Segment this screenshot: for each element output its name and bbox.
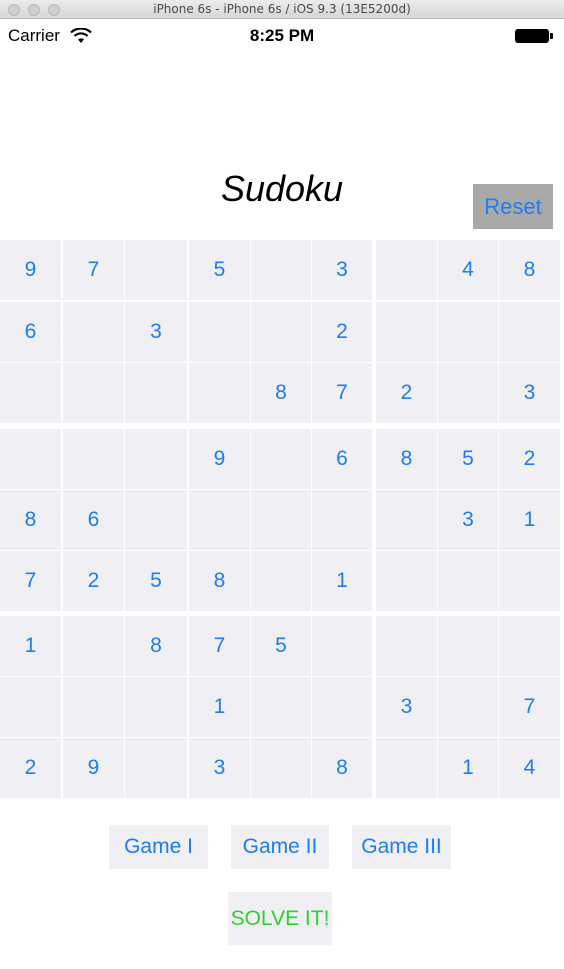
sudoku-cell-r6-c6[interactable]: 1: [312, 551, 372, 611]
sudoku-cell-r9-c8[interactable]: 1: [438, 738, 498, 798]
game-1-button[interactable]: Game I: [109, 825, 208, 869]
status-bar: Carrier 8:25 PM: [0, 20, 564, 52]
sudoku-cell-r5-c5[interactable]: [251, 490, 311, 550]
sudoku-cell-r9-c3[interactable]: [125, 738, 187, 798]
sudoku-cell-r6-c9[interactable]: [499, 551, 560, 611]
sudoku-cell-r9-c1[interactable]: 2: [0, 738, 61, 798]
sudoku-cell-r2-c9[interactable]: [499, 302, 560, 362]
sudoku-cell-r3-c2[interactable]: [63, 363, 124, 423]
reset-button[interactable]: Reset: [473, 184, 553, 229]
sudoku-cell-r2-c2[interactable]: [63, 302, 124, 362]
sudoku-cell-r1-c3[interactable]: [125, 240, 187, 300]
sudoku-cell-r5-c3[interactable]: [125, 490, 187, 550]
sudoku-cell-r4-c7[interactable]: 8: [376, 429, 437, 489]
sudoku-cell-r4-c1[interactable]: [0, 429, 61, 489]
sudoku-cell-r9-c4[interactable]: 3: [189, 738, 250, 798]
sudoku-cell-r5-c2[interactable]: 6: [63, 490, 124, 550]
sudoku-cell-r8-c7[interactable]: 3: [376, 677, 437, 737]
sudoku-cell-r1-c8[interactable]: 4: [438, 240, 498, 300]
sudoku-cell-r7-c5[interactable]: 5: [251, 616, 311, 676]
sudoku-cell-r5-c1[interactable]: 8: [0, 490, 61, 550]
sudoku-cell-r5-c4[interactable]: [189, 490, 250, 550]
sudoku-cell-r9-c2[interactable]: 9: [63, 738, 124, 798]
sudoku-cell-r8-c8[interactable]: [438, 677, 498, 737]
sudoku-cell-r4-c6[interactable]: 6: [312, 429, 372, 489]
sudoku-cell-r2-c3[interactable]: 3: [125, 302, 187, 362]
sudoku-cell-r3-c9[interactable]: 3: [499, 363, 560, 423]
sudoku-cell-r3-c6[interactable]: 7: [312, 363, 372, 423]
sudoku-cell-r1-c5[interactable]: [251, 240, 311, 300]
sudoku-cell-r9-c9[interactable]: 4: [499, 738, 560, 798]
sudoku-cell-r2-c8[interactable]: [438, 302, 498, 362]
sudoku-cell-r4-c2[interactable]: [63, 429, 124, 489]
solve-button[interactable]: SOLVE IT!: [228, 892, 332, 945]
sudoku-cell-r3-c8[interactable]: [438, 363, 498, 423]
sudoku-cell-r1-c4[interactable]: 5: [189, 240, 250, 300]
sudoku-cell-r6-c1[interactable]: 7: [0, 551, 61, 611]
sudoku-cell-r5-c6[interactable]: [312, 490, 372, 550]
battery-tip: [550, 33, 553, 39]
sudoku-cell-r1-c1[interactable]: 9: [0, 240, 61, 300]
sudoku-cell-r8-c3[interactable]: [125, 677, 187, 737]
sudoku-cell-r4-c9[interactable]: 2: [499, 429, 560, 489]
sudoku-cell-r4-c8[interactable]: 5: [438, 429, 498, 489]
sudoku-cell-r2-c6[interactable]: 2: [312, 302, 372, 362]
sudoku-cell-r3-c4[interactable]: [189, 363, 250, 423]
sudoku-cell-r8-c5[interactable]: [251, 677, 311, 737]
sudoku-cell-r3-c7[interactable]: 2: [376, 363, 437, 423]
sudoku-cell-r8-c9[interactable]: 7: [499, 677, 560, 737]
sudoku-grid: 9753486328723968528631725811875137293814: [0, 240, 564, 800]
sudoku-cell-r9-c7[interactable]: [376, 738, 437, 798]
sudoku-cell-r7-c1[interactable]: 1: [0, 616, 61, 676]
sudoku-cell-r6-c5[interactable]: [251, 551, 311, 611]
sudoku-cell-r6-c2[interactable]: 2: [63, 551, 124, 611]
sudoku-cell-r5-c9[interactable]: 1: [499, 490, 560, 550]
sudoku-cell-r2-c5[interactable]: [251, 302, 311, 362]
battery-icon: [515, 29, 549, 43]
window-title: iPhone 6s - iPhone 6s / iOS 9.3 (13E5200…: [153, 2, 411, 16]
game-3-button[interactable]: Game III: [352, 825, 451, 869]
sudoku-cell-r3-c5[interactable]: 8: [251, 363, 311, 423]
sudoku-cell-r9-c5[interactable]: [251, 738, 311, 798]
sudoku-cell-r3-c3[interactable]: [125, 363, 187, 423]
sudoku-cell-r6-c3[interactable]: 5: [125, 551, 187, 611]
sudoku-cell-r6-c4[interactable]: 8: [189, 551, 250, 611]
sudoku-cell-r7-c9[interactable]: [499, 616, 560, 676]
sudoku-cell-r9-c6[interactable]: 8: [312, 738, 372, 798]
sudoku-cell-r7-c8[interactable]: [438, 616, 498, 676]
sudoku-cell-r2-c7[interactable]: [376, 302, 437, 362]
sudoku-cell-r7-c7[interactable]: [376, 616, 437, 676]
sudoku-cell-r8-c2[interactable]: [63, 677, 124, 737]
sudoku-cell-r4-c5[interactable]: [251, 429, 311, 489]
sudoku-cell-r6-c7[interactable]: [376, 551, 437, 611]
sudoku-cell-r8-c6[interactable]: [312, 677, 372, 737]
sudoku-cell-r6-c8[interactable]: [438, 551, 498, 611]
sudoku-cell-r1-c7[interactable]: [376, 240, 437, 300]
sudoku-cell-r7-c2[interactable]: [63, 616, 124, 676]
sudoku-cell-r2-c4[interactable]: [189, 302, 250, 362]
sudoku-cell-r1-c6[interactable]: 3: [312, 240, 372, 300]
sudoku-cell-r7-c6[interactable]: [312, 616, 372, 676]
sudoku-cell-r1-c2[interactable]: 7: [63, 240, 124, 300]
sudoku-cell-r4-c4[interactable]: 9: [189, 429, 250, 489]
sudoku-cell-r2-c1[interactable]: 6: [0, 302, 61, 362]
sudoku-cell-r4-c3[interactable]: [125, 429, 187, 489]
sudoku-cell-r5-c8[interactable]: 3: [438, 490, 498, 550]
sudoku-cell-r8-c4[interactable]: 1: [189, 677, 250, 737]
game-2-button[interactable]: Game II: [231, 825, 329, 869]
sudoku-cell-r5-c7[interactable]: [376, 490, 437, 550]
simulator-title-bar: iPhone 6s - iPhone 6s / iOS 9.3 (13E5200…: [0, 0, 564, 19]
clock: 8:25 PM: [249, 26, 315, 45]
sudoku-cell-r7-c4[interactable]: 7: [189, 616, 250, 676]
sudoku-cell-r7-c3[interactable]: 8: [125, 616, 187, 676]
sudoku-cell-r8-c1[interactable]: [0, 677, 61, 737]
sudoku-cell-r3-c1[interactable]: [0, 363, 61, 423]
sudoku-cell-r1-c9[interactable]: 8: [499, 240, 560, 300]
